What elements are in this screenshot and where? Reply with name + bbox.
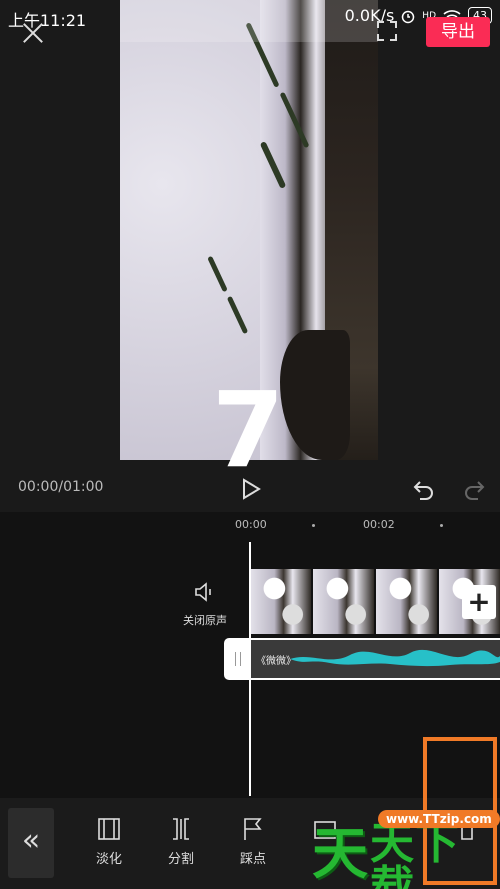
speaker-mute-icon [195,582,211,602]
audio-trim-handle[interactable] [224,638,250,680]
add-clip-button[interactable]: + [462,585,496,619]
back-button[interactable]: « [8,808,54,878]
playback-timecode: 00:00/01:00 [18,479,104,495]
redo-icon[interactable] [462,477,486,501]
ruler-tick: 00:00 [235,518,267,531]
ruler-tick: 00:02 [363,518,395,531]
tool-beat[interactable]: 踩点 [223,816,283,867]
tool-fade[interactable]: 淡化 [79,816,139,867]
audio-track[interactable]: 《微微》 [250,638,500,680]
close-button[interactable] [22,22,44,44]
alarm-icon [402,10,415,23]
clip-thumbnail [250,569,311,634]
watermark-site: www.TTzip.com [378,810,500,828]
audio-title: 《微微》 [256,656,296,667]
playhead[interactable] [249,542,251,796]
undo-icon[interactable] [412,477,436,501]
fade-icon [98,818,120,840]
status-time: 上午11:21 [8,11,87,30]
countdown-number: 7 [212,369,285,491]
video-preview-area: 7 [0,0,500,512]
flag-icon [244,818,262,840]
watermark-text: 天下载 [370,818,460,889]
watermark-logo: 天 [312,822,368,887]
clip-thumbnail [313,569,374,634]
site-watermark: 天 天下载 www.TTzip.com [312,800,500,889]
clip-thumbnail [376,569,437,634]
mute-original-audio-button[interactable]: 关闭原声 [180,582,230,628]
video-editor-screen: 7 上午11:21 0.0K/s HD 43 导出 00:00/01:00 00… [0,0,500,889]
fullscreen-icon[interactable] [376,20,398,42]
export-button[interactable]: 导出 [426,17,490,47]
status-bar: 上午11:21 0.0K/s HD 43 [0,0,500,30]
split-icon [173,818,189,840]
mute-label: 关闭原声 [183,614,227,627]
tool-split[interactable]: 分割 [151,816,211,867]
